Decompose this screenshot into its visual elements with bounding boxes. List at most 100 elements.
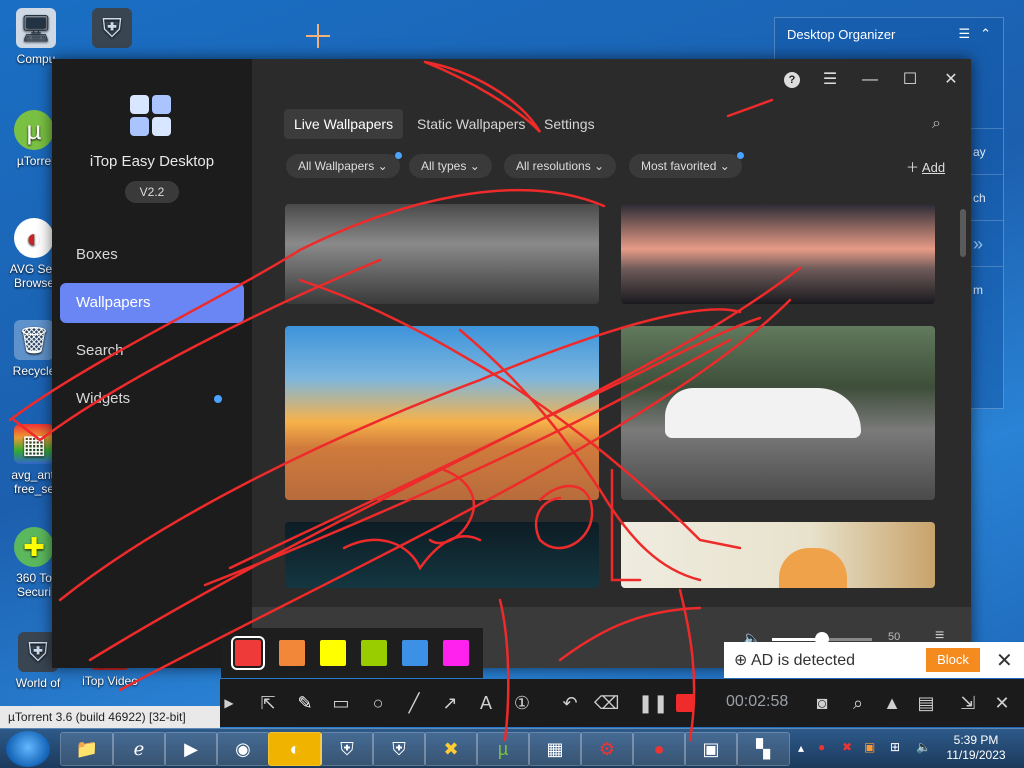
itop-screen-recorder-icon[interactable]: ● (632, 732, 686, 766)
filter-all-types[interactable]: All types ⌄ (409, 154, 492, 178)
world-of-tanks-icon[interactable]: ⛨ (320, 732, 374, 766)
filter-label: All Wallpapers (298, 159, 375, 173)
color-swatch[interactable] (279, 640, 305, 666)
color-swatch[interactable] (231, 636, 265, 670)
chevron-up-icon[interactable]: ⌃ (980, 26, 991, 42)
add-wallpaper-button[interactable]: ＋ Add (906, 157, 945, 176)
app-version-badge: V2.2 (125, 181, 179, 203)
block-button[interactable]: Block (926, 648, 980, 672)
camera-icon[interactable]: ◙ (810, 691, 834, 715)
monitor-icon[interactable]: ▣ (684, 732, 738, 766)
recording-time: 00:02:58 (726, 693, 789, 710)
filter-label: All types (421, 159, 467, 173)
number-icon[interactable]: ① (510, 691, 534, 715)
collapse-arrow-icon[interactable]: ▶ (222, 691, 236, 715)
tab-settings[interactable]: Settings (534, 109, 605, 139)
pencil-icon[interactable]: ✎ (293, 691, 317, 715)
circle-icon[interactable]: ○ (366, 691, 390, 715)
help-icon[interactable]: ? (784, 72, 800, 88)
close-icon[interactable]: ✕ (936, 65, 966, 95)
ie-icon[interactable]: ℯ (112, 732, 166, 766)
itop-easy-desktop-icon[interactable]: ▚ (736, 732, 790, 766)
organizer-item[interactable]: » (969, 220, 1003, 266)
clock[interactable]: 5:39 PM 11/19/2023 (940, 733, 1012, 763)
avg-browser-icon[interactable]: ◐ (268, 732, 322, 766)
nav-search[interactable]: Search (60, 331, 244, 371)
select-arrow-icon[interactable]: ⇱ (256, 691, 280, 715)
search-icon[interactable]: ⌕ (932, 115, 952, 135)
scrollbar[interactable] (960, 209, 966, 257)
start-button[interactable] (6, 731, 50, 767)
pause-icon[interactable]: ❚❚ (638, 691, 668, 715)
tab-live-wallpapers[interactable]: Live Wallpapers (284, 109, 404, 139)
organizer-item[interactable]: ch (969, 174, 1003, 220)
wallpaper-thumbnail[interactable] (285, 522, 599, 588)
notification-dot (736, 152, 744, 159)
wallpaper-thumbnail[interactable] (621, 326, 935, 500)
color-swatch[interactable] (320, 640, 346, 666)
utorrent-window-strip[interactable]: µTorrent 3.6 (build 46922) [32-bit] (0, 706, 220, 728)
ad-text-wrap: ⊕ AD is detected (734, 650, 855, 670)
color-swatch[interactable] (443, 640, 469, 666)
filter-label: Most favorited (641, 159, 717, 173)
stop-button[interactable] (676, 694, 694, 712)
minimize-icon[interactable]: — (855, 65, 885, 95)
color-swatch[interactable] (361, 640, 387, 666)
network-icon[interactable]: ⊞ (890, 740, 900, 754)
game-icon[interactable]: ✖ (424, 732, 478, 766)
filter-all-resolutions[interactable]: All resolutions ⌄ (504, 154, 617, 178)
plus-icon: ＋ (906, 160, 920, 175)
wallpaper-thumbnail[interactable] (285, 326, 599, 500)
recorder-toolbar: ▶ ⇱ ✎ ▭ ○ ╱ ↗ A ① ↶ ⌫ ❚❚ 00:02:58 ◙ ⌕ ▲ … (220, 679, 1024, 727)
undo-icon[interactable]: ↶ (558, 691, 582, 715)
tray-app-icon[interactable]: ● (818, 740, 825, 754)
eraser-icon[interactable]: ⌫ (594, 691, 619, 715)
add-label: Add (921, 160, 946, 175)
close-icon[interactable]: ✕ (996, 648, 1013, 673)
zoom-icon[interactable]: ⌕ (846, 691, 870, 715)
maximize-icon[interactable]: ☐ (895, 65, 925, 95)
filter-all-wallpapers[interactable]: All Wallpapers ⌄ (286, 152, 402, 178)
organizer-item[interactable]: ay (969, 128, 1003, 174)
tab-static-wallpapers[interactable]: Static Wallpapers (407, 109, 535, 139)
nav-wallpapers[interactable]: Wallpapers (60, 283, 244, 323)
wallpaper-thumbnail[interactable] (621, 204, 935, 304)
desktop-icon-computer[interactable]: 🖥 Compu (4, 8, 68, 66)
chrome-icon[interactable]: ◉ (216, 732, 270, 766)
organizer-title: Desktop Organizer (787, 26, 896, 42)
spotlight-icon[interactable]: ▲ (880, 691, 904, 715)
tray-app-icon[interactable]: ▣ (864, 740, 875, 754)
media-player-icon[interactable]: ▶ (164, 732, 218, 766)
menu-icon[interactable]: ☰ (958, 26, 970, 42)
volume-slider[interactable] (772, 632, 872, 646)
wallpaper-thumbnail[interactable] (621, 522, 935, 588)
desktop-icon-wot[interactable]: ⛨ (80, 8, 144, 52)
tray-app-icon[interactable]: ✖ (842, 740, 852, 754)
line-icon[interactable]: ╱ (402, 691, 426, 715)
nav-boxes[interactable]: Boxes (60, 235, 244, 275)
text-icon[interactable]: A (474, 691, 498, 715)
control-panel-icon[interactable]: ▦ (528, 732, 582, 766)
color-swatch[interactable] (402, 640, 428, 666)
world-of-warships-icon[interactable]: ⛨ (372, 732, 426, 766)
speaker-icon[interactable]: 🔈 (916, 740, 931, 754)
taskbar: 📁 ℯ ▶ ◉ ◐ ⛨ ⛨ ✖ µ ▦ ⚙ ● ▣ ▚ ▴ ● ✖ ▣ ⊞ 🔈 … (0, 728, 1024, 768)
app-name: iTop Easy Desktop (89, 153, 215, 170)
computer-icon: 🖥 (16, 8, 56, 48)
annotation-icon[interactable]: ▤ (914, 691, 938, 715)
app-sidebar: iTop Easy Desktop V2.2 Boxes Wallpapers … (52, 59, 252, 668)
menu-icon[interactable]: ☰ (815, 65, 845, 95)
rectangle-icon[interactable]: ▭ (329, 691, 353, 715)
wallpaper-thumbnail[interactable] (285, 204, 599, 304)
arrow-icon[interactable]: ↗ (438, 691, 462, 715)
app-icon[interactable]: ⚙ (580, 732, 634, 766)
nav-widgets[interactable]: Widgets (60, 379, 244, 419)
utorrent-icon[interactable]: µ (476, 732, 530, 766)
organizer-item[interactable]: m (969, 266, 1003, 312)
collapse-icon[interactable]: ⇲ (956, 691, 980, 715)
chevron-up-icon[interactable]: ▴ (798, 741, 804, 755)
close-icon[interactable]: ✕ (990, 691, 1014, 715)
explorer-icon[interactable]: 📁 (60, 732, 114, 766)
filter-most-favorited[interactable]: Most favorited ⌄ (629, 152, 744, 178)
ad-text: AD is detected (750, 652, 856, 669)
